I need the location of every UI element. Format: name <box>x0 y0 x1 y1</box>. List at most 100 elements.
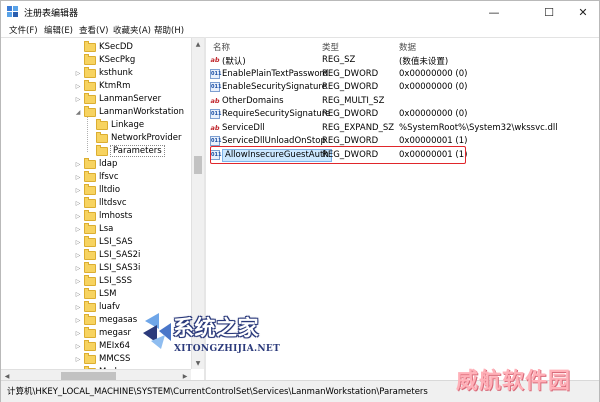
folder-icon <box>84 196 96 208</box>
title-bar: 注册表编辑器 — ☐ ✕ <box>1 1 599 23</box>
chevron-right-icon[interactable]: ▷ <box>74 304 82 311</box>
tree-item-label: LSM <box>99 289 117 299</box>
tree-item[interactable]: ▷ LSI_SAS2i <box>74 248 140 261</box>
tree-item[interactable]: ▷ KtmRm <box>74 79 130 92</box>
menu-favorites[interactable]: 收藏夹(A) <box>113 24 151 36</box>
tree-item[interactable]: ▷ LanmanServer <box>74 92 162 105</box>
minimize-button[interactable]: — <box>479 1 509 23</box>
tree-item-label: lmhosts <box>99 211 133 221</box>
tree-item[interactable]: ▷ Lsa <box>74 222 113 235</box>
chevron-right-icon[interactable]: ▷ <box>74 226 82 233</box>
string-value-icon: ab <box>210 96 220 105</box>
chevron-right-icon[interactable]: ▷ <box>74 291 82 298</box>
menu-edit[interactable]: 编辑(E) <box>44 24 73 36</box>
tree-item[interactable]: ▷ lmhosts <box>74 209 133 222</box>
tree-item[interactable]: NetworkProvider <box>86 131 182 144</box>
tree-item[interactable]: ▷ MEIx64 <box>74 339 131 352</box>
menu-help[interactable]: 帮助(H) <box>154 24 184 36</box>
tree-item[interactable]: ▷ lfsvc <box>74 170 119 183</box>
value-data: %SystemRoot%\System32\wkssvc.dll <box>399 122 558 133</box>
chevron-right-icon[interactable]: ▷ <box>74 252 82 259</box>
tree-item[interactable]: ▷ LSI_SSS <box>74 274 132 287</box>
chevron-right-icon[interactable]: ▷ <box>74 239 82 246</box>
tree-item-label: KSecPkg <box>99 55 136 65</box>
site-watermark-title: 系统之家 <box>173 316 259 340</box>
chevron-down-icon[interactable]: ◢ <box>74 109 82 116</box>
tree-item-label: LanmanServer <box>99 94 162 104</box>
scroll-up-icon[interactable]: ▲ <box>192 38 204 50</box>
value-name: EnablePlainTextPassword <box>222 68 329 79</box>
tree-item[interactable]: ▷ MMCSS <box>74 352 130 365</box>
tree-item[interactable]: ▷ lltdsvc <box>74 196 127 209</box>
tree-item[interactable]: KSecDD <box>74 40 133 53</box>
tree-item[interactable]: ▷ megasas <box>74 313 137 326</box>
menu-view[interactable]: 查看(V) <box>79 24 108 36</box>
value-row[interactable]: ab ServiceDll REG_EXPAND_SZ %SystemRoot%\Sy… <box>206 122 596 135</box>
tree-item[interactable]: ▷ LSI_SAS3i <box>74 261 140 274</box>
folder-icon <box>84 222 96 234</box>
value-name: EnableSecuritySignature <box>222 82 327 92</box>
tree-item[interactable]: ▷ LSM <box>74 287 117 300</box>
tree-item[interactable]: ▷ megasr <box>74 326 131 339</box>
chevron-right-icon[interactable]: ▷ <box>74 278 82 285</box>
chevron-right-icon[interactable]: ▷ <box>74 187 82 194</box>
value-row[interactable]: 011 EnableSecuritySignature REG_DWORD 0x000… <box>206 81 596 94</box>
chevron-right-icon[interactable]: ▷ <box>74 343 82 350</box>
value-row[interactable]: ab (默认) REG_SZ (数值未设置) <box>206 54 596 67</box>
tree-item[interactable]: Parameters <box>86 144 165 157</box>
column-header-type[interactable]: 类型 <box>322 41 339 53</box>
tree-item[interactable]: ▷ ldap <box>74 157 118 170</box>
tree-item-label: luafv <box>99 302 120 312</box>
tree-item-label: ldap <box>99 159 118 169</box>
tree-item[interactable]: ◢ LanmanWorkstation <box>74 105 184 118</box>
chevron-right-icon[interactable]: ▷ <box>74 96 82 103</box>
folder-icon <box>84 313 96 325</box>
value-type: REG_MULTI_SZ <box>322 95 385 106</box>
tree-item[interactable]: ▷ lltdio <box>74 183 120 196</box>
folder-icon <box>84 300 96 312</box>
chevron-right-icon[interactable]: ▷ <box>74 161 82 168</box>
folder-icon <box>84 235 96 247</box>
value-name: ServiceDllUnloadOnStop <box>222 136 326 146</box>
tree-item-label-selected: Parameters <box>110 145 165 157</box>
folder-icon <box>84 326 96 338</box>
tree-item[interactable]: ▷ luafv <box>74 300 120 313</box>
chevron-right-icon[interactable]: ▷ <box>74 265 82 272</box>
tree-item[interactable]: Linkage <box>86 118 144 131</box>
tree-vertical-scroll-thumb[interactable] <box>194 156 202 174</box>
maximize-button[interactable]: ☐ <box>534 1 564 23</box>
value-row[interactable]: ab OtherDomains REG_MULTI_SZ <box>206 95 596 108</box>
folder-icon <box>84 53 96 65</box>
chevron-right-icon[interactable]: ▷ <box>74 70 82 77</box>
tree-horizontal-scroll-thumb[interactable] <box>61 372 116 380</box>
tree-item[interactable]: ▷ LSI_SAS <box>74 235 133 248</box>
binary-value-icon: 011 <box>210 82 222 92</box>
value-name: OtherDomains <box>222 95 284 106</box>
chevron-right-icon[interactable]: ▷ <box>74 317 82 324</box>
folder-icon <box>96 131 108 143</box>
tree-item[interactable]: ▷ ksthunk <box>74 66 133 79</box>
registry-editor-window: 注册表编辑器 — ☐ ✕ 文件(F) 编辑(E) 查看(V) 收藏夹(A) 帮助… <box>0 0 600 402</box>
tree-item-label: ksthunk <box>99 68 133 78</box>
column-header-data[interactable]: 数据 <box>399 41 416 53</box>
folder-icon <box>84 105 96 117</box>
maximize-icon: ☐ <box>544 5 554 19</box>
value-data: (数值未设置) <box>399 57 449 67</box>
chevron-right-icon[interactable]: ▷ <box>74 174 82 181</box>
value-row[interactable]: 011 EnablePlainTextPassword REG_DWORD 0x000… <box>206 68 596 81</box>
folder-icon <box>84 157 96 169</box>
close-button[interactable]: ✕ <box>568 1 598 23</box>
chevron-right-icon[interactable]: ▷ <box>74 213 82 220</box>
column-header-name[interactable]: 名称 <box>213 41 230 53</box>
tree-item[interactable]: KSecPkg <box>74 53 136 66</box>
menu-file[interactable]: 文件(F) <box>9 24 38 36</box>
binary-value-icon: 011 <box>210 136 222 146</box>
window-title: 注册表编辑器 <box>24 9 79 19</box>
chevron-right-icon[interactable]: ▷ <box>74 200 82 207</box>
tree-item-label: MEIx64 <box>99 341 131 351</box>
chevron-right-icon[interactable]: ▷ <box>74 330 82 337</box>
value-data: 0x00000001 (1) <box>399 136 468 146</box>
value-row[interactable]: 011 RequireSecuritySignature REG_DWORD 0x00… <box>206 108 596 121</box>
chevron-right-icon[interactable]: ▷ <box>74 83 82 90</box>
chevron-right-icon[interactable]: ▷ <box>74 356 82 363</box>
